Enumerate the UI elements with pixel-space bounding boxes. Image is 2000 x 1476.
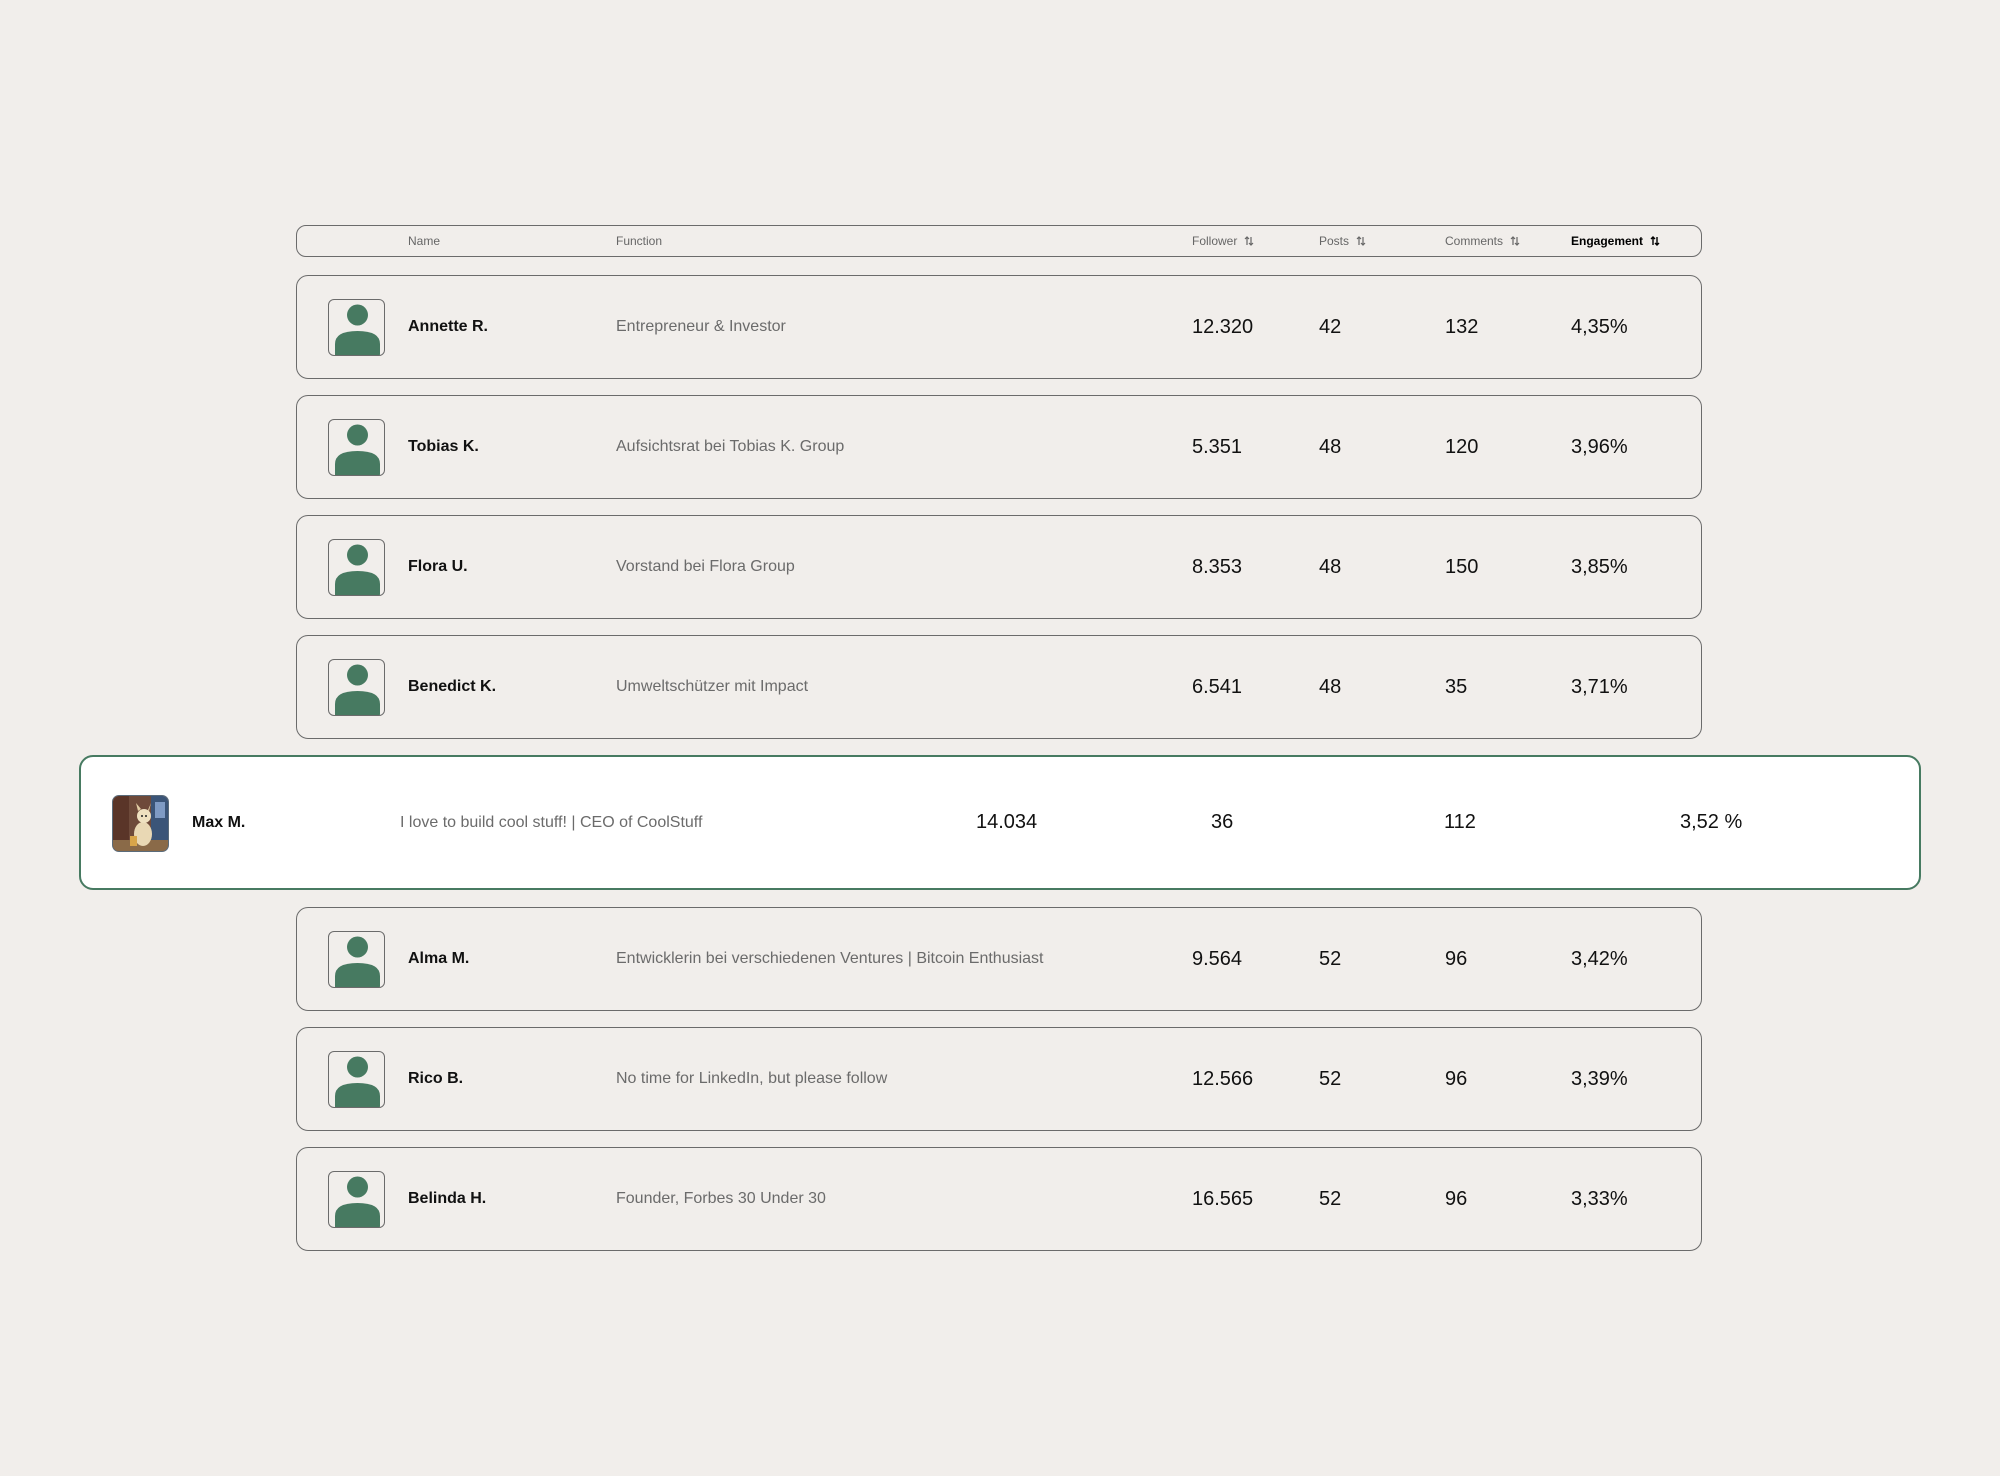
row-posts: 48 <box>1319 675 1342 698</box>
dog-photo-icon <box>113 796 168 851</box>
row-engagement: 3,85% <box>1571 555 1628 578</box>
profile-photo <box>112 795 169 852</box>
table-row[interactable]: Tobias K. Aufsichtsrat bei Tobias K. Gro… <box>296 395 1702 499</box>
sort-icon[interactable] <box>1356 236 1366 246</box>
row-name: Benedict K. <box>408 678 497 695</box>
row-engagement: 3,71% <box>1571 675 1628 698</box>
table-row[interactable]: Rico B. No time for LinkedIn, but please… <box>296 1027 1702 1131</box>
avatar <box>328 931 385 988</box>
row-name: Alma M. <box>408 950 470 967</box>
row-engagement: 3,96% <box>1571 435 1628 458</box>
avatar <box>328 659 385 716</box>
highlighted-row-current-user[interactable]: Max M. I love to build cool stuff! | CEO… <box>79 755 1921 890</box>
table-header: Name Function Follower Posts Comments En… <box>296 225 1702 257</box>
row-function: I love to build cool stuff! | CEO of Coo… <box>400 813 703 831</box>
row-follower: 12.320 <box>1192 315 1254 338</box>
row-comments: 96 <box>1445 1187 1468 1210</box>
column-header-follower-label: Follower <box>1192 234 1238 248</box>
table-row[interactable]: Belinda H. Founder, Forbes 30 Under 30 1… <box>296 1147 1702 1251</box>
row-follower: 8.353 <box>1192 555 1243 578</box>
row-function: Entrepreneur & Investor <box>616 318 786 335</box>
column-header-posts-label: Posts <box>1319 234 1350 248</box>
table-row[interactable]: Benedict K. Umweltschützer mit Impact 6.… <box>296 635 1702 739</box>
row-comments: 112 <box>1444 811 1476 833</box>
user-placeholder-icon <box>335 936 380 987</box>
row-name: Belinda H. <box>408 1190 487 1207</box>
avatar <box>328 419 385 476</box>
table-row[interactable]: Annette R. Entrepreneur & Investor 12.32… <box>296 275 1702 379</box>
row-function: Aufsichtsrat bei Tobias K. Group <box>616 438 845 455</box>
table-row[interactable]: Flora U. Vorstand bei Flora Group 8.353 … <box>296 515 1702 619</box>
row-function: No time for LinkedIn, but please follow <box>616 1070 888 1087</box>
row-follower: 12.566 <box>1192 1067 1254 1090</box>
row-engagement: 3,39% <box>1571 1067 1628 1090</box>
row-name: Max M. <box>192 813 246 831</box>
row-comments: 132 <box>1445 315 1479 338</box>
user-placeholder-icon <box>335 1176 380 1227</box>
row-name: Flora U. <box>408 558 468 575</box>
row-posts: 42 <box>1319 315 1342 338</box>
avatar <box>328 539 385 596</box>
row-engagement: 4,35% <box>1571 315 1628 338</box>
sort-icon-active[interactable] <box>1650 236 1660 246</box>
row-name: Tobias K. <box>408 438 479 455</box>
user-placeholder-icon <box>335 544 380 595</box>
avatar <box>328 299 385 356</box>
column-header-follower[interactable]: Follower <box>1192 226 1254 256</box>
user-placeholder-icon <box>335 424 380 475</box>
row-posts: 52 <box>1319 947 1342 970</box>
table-row[interactable]: Alma M. Entwicklerin bei verschiedenen V… <box>296 907 1702 1011</box>
avatar <box>328 1171 385 1228</box>
row-name: Rico B. <box>408 1070 464 1087</box>
row-follower: 6.541 <box>1192 675 1243 698</box>
column-header-comments-label: Comments <box>1445 234 1504 248</box>
sort-icon[interactable] <box>1244 236 1254 246</box>
row-engagement: 3,42% <box>1571 947 1628 970</box>
column-header-posts[interactable]: Posts <box>1319 226 1366 256</box>
row-function: Vorstand bei Flora Group <box>616 558 795 575</box>
column-header-comments[interactable]: Comments <box>1445 226 1520 256</box>
column-header-name: Name <box>408 234 441 248</box>
row-function: Umweltschützer mit Impact <box>616 678 809 695</box>
row-comments: 150 <box>1445 555 1479 578</box>
row-follower: 14.034 <box>976 811 1038 833</box>
row-posts: 52 <box>1319 1067 1342 1090</box>
row-engagement: 3,52 % <box>1680 811 1743 833</box>
row-follower: 5.351 <box>1192 435 1243 458</box>
row-function: Entwicklerin bei verschiedenen Ventures … <box>616 950 1044 967</box>
column-header-function: Function <box>616 234 663 248</box>
row-follower: 9.564 <box>1192 947 1243 970</box>
row-name: Annette R. <box>408 318 488 335</box>
column-header-engagement-label: Engagement <box>1571 234 1644 248</box>
row-comments: 96 <box>1445 1067 1468 1090</box>
row-follower: 16.565 <box>1192 1187 1254 1210</box>
row-comments: 96 <box>1445 947 1468 970</box>
row-comments: 35 <box>1445 675 1468 698</box>
row-posts: 48 <box>1319 435 1342 458</box>
row-engagement: 3,33% <box>1571 1187 1628 1210</box>
row-posts: 48 <box>1319 555 1342 578</box>
avatar <box>328 1051 385 1108</box>
user-placeholder-icon <box>335 664 380 715</box>
user-placeholder-icon <box>335 1056 380 1107</box>
column-header-engagement[interactable]: Engagement <box>1571 226 1660 256</box>
row-function: Founder, Forbes 30 Under 30 <box>616 1190 826 1207</box>
row-posts: 36 <box>1211 811 1234 833</box>
sort-icon[interactable] <box>1510 236 1520 246</box>
row-comments: 120 <box>1445 435 1479 458</box>
row-posts: 52 <box>1319 1187 1342 1210</box>
user-placeholder-icon <box>335 304 380 355</box>
